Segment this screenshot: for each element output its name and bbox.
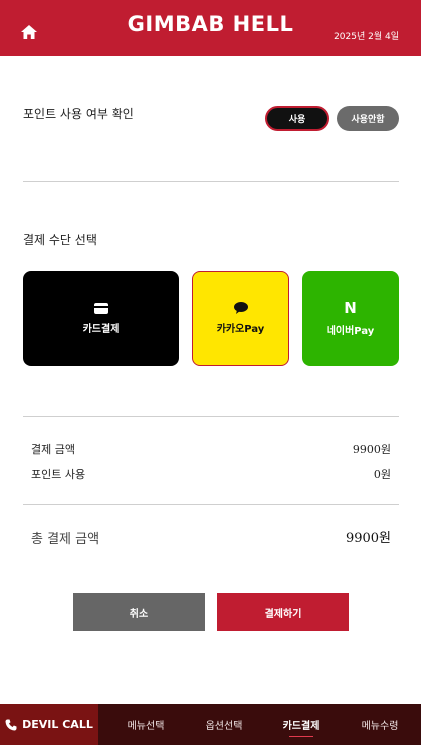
points-used-value: 0원 [373, 468, 391, 481]
bottom-nav: DEVIL CALL 메뉴선택 옵션선택 카드결제 메뉴수령 [0, 704, 421, 745]
use-points-button[interactable]: 사용 [265, 106, 329, 131]
pay-button[interactable]: 결제하기 [217, 593, 349, 631]
chat-bubble-icon [233, 302, 248, 314]
naver-pay-label: 네이버Pay [326, 325, 375, 337]
payment-amount-label: 결제 금액 [31, 443, 75, 456]
nav-option-select[interactable]: 옵션선택 [190, 704, 258, 745]
nav-menu-select[interactable]: 메뉴선택 [112, 704, 180, 745]
total-amount-value: 9900원 [345, 531, 391, 546]
payment-section-label: 결제 수단 선택 [23, 233, 97, 247]
cancel-button[interactable]: 취소 [73, 593, 205, 631]
naver-n-icon: N [344, 298, 357, 317]
kakao-pay-label: 카카오Pay [216, 324, 265, 335]
nav-menu-pickup[interactable]: 메뉴수령 [346, 704, 414, 745]
divider [23, 416, 399, 417]
kakao-pay-option[interactable]: 카카오Pay [192, 271, 289, 366]
payment-amount-value: 9900원 [352, 443, 391, 456]
divider [23, 504, 399, 505]
nav-card-payment[interactable]: 카드결제 [267, 704, 335, 745]
divider [23, 181, 399, 182]
credit-card-icon [94, 302, 108, 314]
devil-call-label: DEVIL CALL [22, 718, 93, 731]
total-amount-label: 총 결제 금액 [31, 532, 100, 547]
no-points-button[interactable]: 사용안함 [337, 106, 399, 131]
points-section-label: 포인트 사용 여부 확인 [23, 107, 134, 121]
current-date: 2025년 2월 4일 [334, 32, 399, 42]
card-payment-label: 카드결제 [82, 323, 120, 335]
devil-call-button[interactable]: DEVIL CALL [0, 704, 98, 745]
active-tab-indicator [289, 736, 313, 737]
app-header: GIMBAB HELL 2025년 2월 4일 [0, 0, 421, 56]
points-used-label: 포인트 사용 [31, 468, 86, 481]
phone-icon [5, 719, 17, 730]
card-payment-option[interactable]: 카드결제 [23, 271, 179, 366]
naver-pay-option[interactable]: N 네이버Pay [302, 271, 399, 366]
